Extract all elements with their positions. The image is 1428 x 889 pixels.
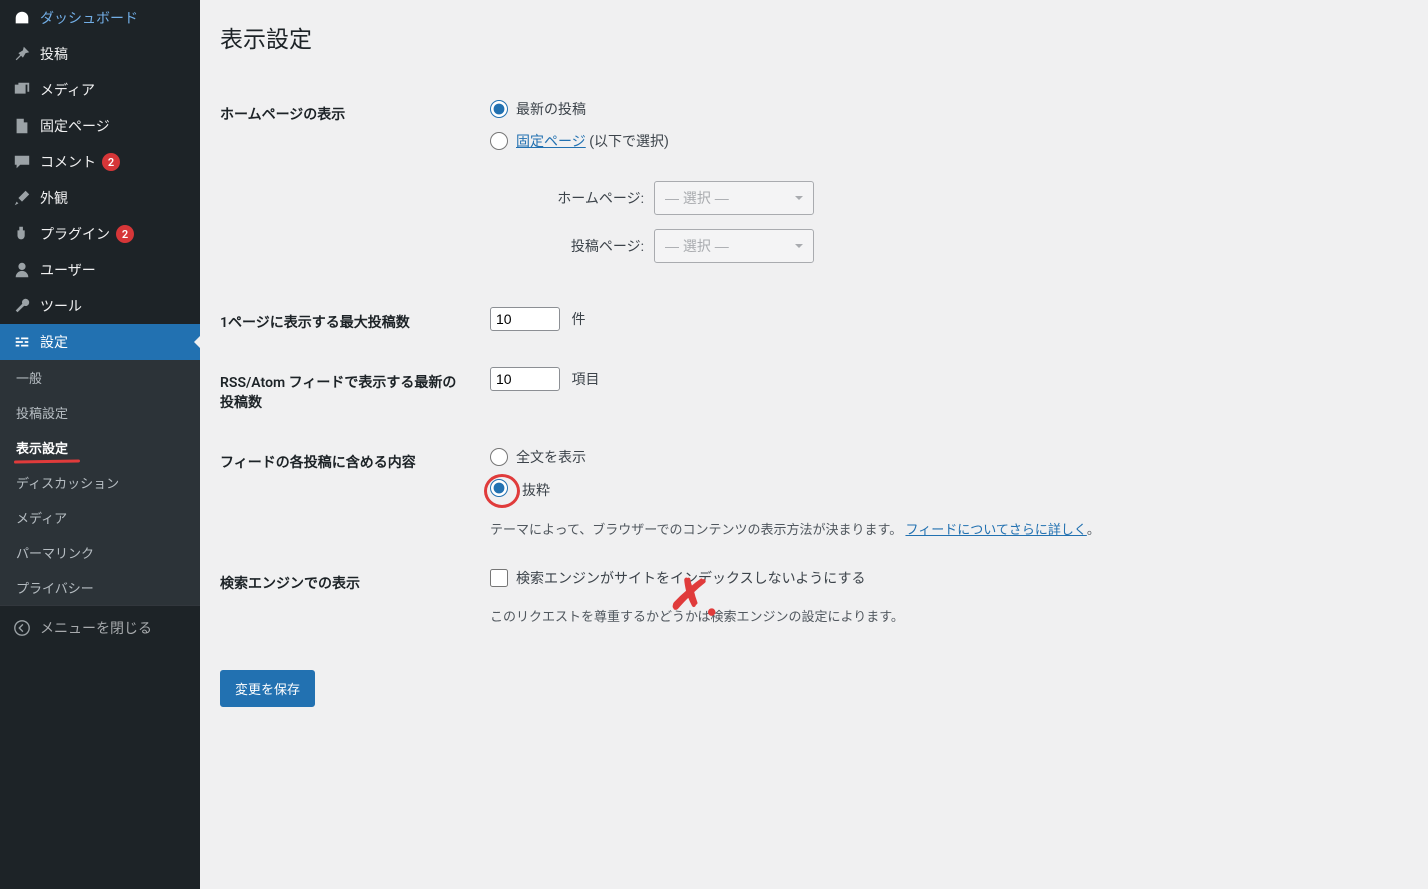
feed-radio-full-label: 全文を表示 <box>516 447 586 467</box>
sidebar-item-tools[interactable]: ツール <box>0 288 200 324</box>
sidebar-item-comments[interactable]: コメント 2 <box>0 144 200 180</box>
homepage-radio-static[interactable] <box>490 132 508 150</box>
sidebar-item-label: ユーザー <box>40 260 96 280</box>
posts-per-page-unit: 件 <box>571 312 585 328</box>
plugin-icon <box>12 224 32 244</box>
sidebar-item-label: ツール <box>40 296 82 316</box>
sidebar-item-label: 固定ページ <box>40 116 110 136</box>
homepage-radio-static-label: 固定ページ (以下で選択) <box>516 131 669 151</box>
plugins-badge: 2 <box>116 225 134 243</box>
feed-radio-full[interactable] <box>490 448 508 466</box>
search-engine-checkbox[interactable] <box>490 569 508 587</box>
rss-items-input[interactable] <box>490 367 560 391</box>
sidebar-item-appearance[interactable]: 外観 <box>0 180 200 216</box>
feed-desc-prefix: テーマによって、ブラウザーでのコンテンツの表示方法が決まります。 <box>490 523 902 538</box>
sidebar-item-label: コメント <box>40 152 96 172</box>
brush-icon <box>12 188 32 208</box>
feed-content-desc: テーマによって、ブラウザーでのコンテンツの表示方法が決まります。 フィードについ… <box>490 519 1398 538</box>
feed-desc-suffix: 。 <box>1087 523 1100 538</box>
posts-per-page-input[interactable] <box>490 307 560 331</box>
sidebar-item-label: 設定 <box>40 332 68 352</box>
posts-per-page-label: 1ページに表示する最大投稿数 <box>220 292 480 352</box>
sidebar-item-posts[interactable]: 投稿 <box>0 36 200 72</box>
homepage-display-label: ホームページの表示 <box>220 84 480 292</box>
comment-icon <box>12 152 32 172</box>
main-content: 表示設定 ホームページの表示 最新の投稿 固定ページ (以下で選択) <box>200 0 1428 889</box>
posts-page-select-label: 投稿ページ: <box>514 236 644 256</box>
sidebar-item-settings[interactable]: 設定 <box>0 324 200 360</box>
sidebar-item-label: 投稿 <box>40 44 68 64</box>
search-engine-checkbox-row[interactable]: 検索エンジンがサイトをインデックスしないようにする <box>490 568 865 588</box>
collapse-menu-label: メニューを閉じる <box>40 618 152 638</box>
homepage-radio-latest-label: 最新の投稿 <box>516 99 586 119</box>
static-page-suffix: (以下で選択) <box>586 134 669 150</box>
search-engine-checkbox-label: 検索エンジンがサイトをインデックスしないようにする <box>516 568 865 588</box>
submenu-item-permalink[interactable]: パーマリンク <box>0 535 200 570</box>
homepage-radio-latest[interactable] <box>490 100 508 118</box>
sidebar-item-label: ダッシュボード <box>40 8 138 28</box>
feed-radio-excerpt[interactable] <box>490 479 508 497</box>
sidebar-item-label: 外観 <box>40 188 68 208</box>
rss-items-unit: 項目 <box>571 372 599 388</box>
feed-excerpt-option[interactable]: 抜粋 <box>490 479 550 501</box>
feed-content-label: フィードの各投稿に含める内容 <box>220 432 480 553</box>
rss-items-label: RSS/Atom フィードで表示する最新の投稿数 <box>220 352 480 432</box>
feed-full-option[interactable]: 全文を表示 <box>490 447 586 467</box>
feed-learn-more-link[interactable]: フィードについてさらに詳しく <box>905 523 1086 538</box>
admin-sidebar: ダッシュボード 投稿 メディア 固定ページ コメント 2 外観 プラグイン 2 <box>0 0 200 889</box>
submenu-item-writing[interactable]: 投稿設定 <box>0 395 200 430</box>
static-page-link[interactable]: 固定ページ <box>516 134 586 150</box>
comments-badge: 2 <box>102 153 120 171</box>
search-engine-desc: このリクエストを尊重するかどうかは検索エンジンの設定によります。 <box>490 606 1398 625</box>
submenu-item-general[interactable]: 一般 <box>0 360 200 395</box>
sidebar-item-pages[interactable]: 固定ページ <box>0 108 200 144</box>
sidebar-item-plugins[interactable]: プラグイン 2 <box>0 216 200 252</box>
page-icon <box>12 116 32 136</box>
pin-icon <box>12 44 32 64</box>
homepage-opt-latest[interactable]: 最新の投稿 <box>490 99 586 119</box>
submenu-item-reading[interactable]: 表示設定 <box>0 430 200 465</box>
page-title: 表示設定 <box>220 20 1408 54</box>
sidebar-item-dashboard[interactable]: ダッシュボード <box>0 0 200 36</box>
save-button[interactable]: 変更を保存 <box>220 670 315 707</box>
search-engine-label: 検索エンジンでの表示 <box>220 553 480 640</box>
homepage-select[interactable]: — 選択 — <box>654 181 814 215</box>
user-icon <box>12 260 32 280</box>
collapse-menu-button[interactable]: メニューを閉じる <box>0 605 200 650</box>
sidebar-item-users[interactable]: ユーザー <box>0 252 200 288</box>
submenu-item-discussion[interactable]: ディスカッション <box>0 465 200 500</box>
collapse-icon <box>12 618 32 638</box>
homepage-select-label: ホームページ: <box>514 188 644 208</box>
media-icon <box>12 80 32 100</box>
posts-page-select[interactable]: — 選択 — <box>654 229 814 263</box>
submenu-item-media[interactable]: メディア <box>0 500 200 535</box>
wrench-icon <box>12 296 32 316</box>
submenu-item-privacy[interactable]: プライバシー <box>0 570 200 605</box>
feed-radio-excerpt-label: 抜粋 <box>522 480 550 500</box>
sidebar-item-label: プラグイン <box>40 224 110 244</box>
sidebar-item-label: メディア <box>40 80 95 100</box>
settings-icon <box>12 332 32 352</box>
sidebar-item-media[interactable]: メディア <box>0 72 200 108</box>
settings-submenu: 一般 投稿設定 表示設定 ディスカッション メディア パーマリンク プライバシー <box>0 360 200 605</box>
homepage-opt-static[interactable]: 固定ページ (以下で選択) <box>490 131 669 151</box>
dashboard-icon <box>12 8 32 28</box>
